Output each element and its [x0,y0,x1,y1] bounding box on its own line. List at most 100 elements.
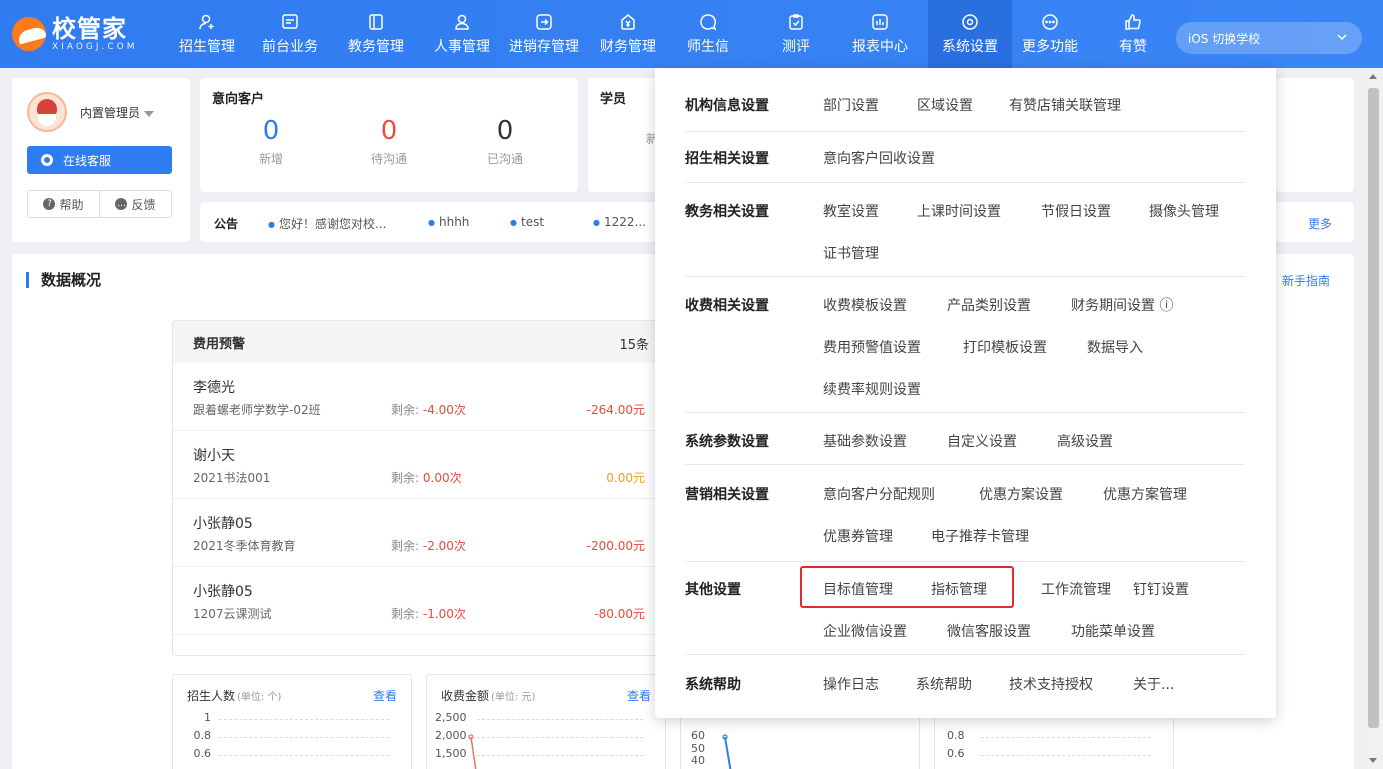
help-button[interactable]: ? 帮助 [28,191,99,217]
nav-label: 招生管理 [179,38,235,55]
page-scrollbar[interactable] [1364,68,1383,769]
table-row[interactable]: 小张静05 1207云课测试 剩余: -1.00次 -80.00元 [173,567,657,635]
menu-item-fee-warning-value[interactable]: 费用预警值设置 [823,337,921,357]
user-menu[interactable]: 内置管理员 [80,104,155,121]
stat-new[interactable]: 0 新增 [216,116,326,167]
brand-subtitle: XIAOGJ.COM [52,41,138,52]
scroll-up-arrow-icon[interactable] [1369,74,1377,79]
fee-warning-panel: 费用预警 15条 李德光 跟着螺老师学数学-02班 剩余: -4.00次 -26… [172,320,658,656]
menu-item-holiday[interactable]: 节假日设置 [1041,201,1111,221]
nav-item-system-settings[interactable]: 系统设置 [928,0,1012,68]
stat-label: 已沟通 [486,152,523,166]
notice-item[interactable]: 您好！感谢您对校... [268,215,386,232]
menu-item-coupon-manage[interactable]: 优惠券管理 [823,526,893,546]
menu-item-data-import[interactable]: 数据导入 [1087,337,1143,357]
menu-item-custom-settings[interactable]: 自定义设置 [947,431,1017,451]
question-icon: ? [43,198,56,210]
menu-item-discount-setting[interactable]: 优惠方案设置 [979,484,1063,504]
right-top-card [1276,78,1354,192]
nav-item-more[interactable]: 更多功能 [1012,0,1088,68]
nav-item-front-desk[interactable]: 前台业务 [252,0,328,68]
menu-item-wechat-service[interactable]: 微信客服设置 [947,621,1031,641]
menu-item-operation-log[interactable]: 操作日志 [823,674,879,694]
menu-item-system-help[interactable]: 系统帮助 [916,674,972,694]
menu-item-about[interactable]: 关于... [1133,674,1174,694]
menu-item-function-menu[interactable]: 功能菜单设置 [1071,621,1155,641]
book-icon [367,13,385,31]
nav-item-reports[interactable]: 报表中心 [842,0,918,68]
menu-item-fee-template[interactable]: 收费模板设置 [823,295,907,315]
menu-item-renewal-rule[interactable]: 续费率规则设置 [823,379,921,399]
grid-line [981,737,1151,738]
menu-item-referral-card[interactable]: 电子推荐卡管理 [931,526,1029,546]
menu-item-workflow[interactable]: 工作流管理 [1041,579,1111,599]
menu-item-basic-params[interactable]: 基础参数设置 [823,431,907,451]
online-service-button[interactable]: 在线客服 [27,146,172,174]
menu-item-discount-manage[interactable]: 优惠方案管理 [1103,484,1187,504]
fee-warning-count[interactable]: 15条 [619,334,649,353]
notice-title: 公告 [214,217,239,231]
menu-item-classroom[interactable]: 教室设置 [823,201,879,221]
tick-label: 1,500 [435,747,467,760]
group-label: 教务相关设置 [685,204,769,220]
nav-item-teacher-student[interactable]: 师生信 [676,0,740,68]
menu-item-youzan-store[interactable]: 有赞店铺关联管理 [1009,95,1121,115]
menu-item-certificate[interactable]: 证书管理 [823,243,879,263]
settings-group-billing: 收费相关设置 收费模板设置 产品类别设置 财务期间设置 ⓘ 费用预警值设置 打印… [685,295,1245,413]
caret-down-icon [144,110,155,117]
notice-more-link[interactable]: 更多 [1308,215,1332,232]
tick-label: 0.8 [193,729,212,742]
beginner-guide-link[interactable]: 新手指南 [1282,272,1330,289]
student-name: 李德光 [193,380,235,396]
view-link[interactable]: 查看 [373,687,397,704]
menu-item-class-time[interactable]: 上课时间设置 [917,201,1001,221]
class-name: 2021冬季体育教育 [193,539,296,553]
nav-item-inventory[interactable]: 进销存管理 [500,0,588,68]
nav-label: 人事管理 [434,38,490,55]
stat-pending[interactable]: 0 待沟通 [334,116,444,167]
scroll-thumb[interactable] [1368,88,1379,728]
menu-item-tech-support[interactable]: 技术支持授权 [1009,674,1093,694]
amount: 0.00元 [606,471,645,485]
brand-logo[interactable]: 校管家 XIAOGJ.COM [12,12,162,56]
nav-label: 财务管理 [600,38,656,55]
menu-item-advanced-settings[interactable]: 高级设置 [1057,431,1113,451]
view-link[interactable]: 查看 [627,687,651,704]
nav-item-evaluation[interactable]: 测评 [766,0,826,68]
nav-item-finance[interactable]: 财务管理 [590,0,666,68]
nav-item-hr[interactable]: 人事管理 [424,0,500,68]
menu-item-lead-recycle[interactable]: 意向客户回收设置 [823,148,935,168]
notice-item[interactable]: hhhh [428,215,469,229]
table-row[interactable]: 谢小天 2021书法001 剩余: 0.00次 0.00元 [173,431,657,499]
stat-contacted[interactable]: 0 已沟通 [450,116,560,167]
switch-school-label: iOS 切换学校 [1188,31,1261,46]
intent-customer-title: 意向客户 [212,92,265,107]
menu-item-wecom[interactable]: 企业微信设置 [823,621,907,641]
menu-item-finance-period[interactable]: 财务期间设置 ⓘ [1071,295,1173,315]
notice-item[interactable]: 1222... [593,215,646,229]
nav-label: 测评 [782,38,810,55]
menu-item-product-category[interactable]: 产品类别设置 [947,295,1031,315]
table-row[interactable]: 小张静05 2021冬季体育教育 剩余: -2.00次 -200.00元 [173,499,657,567]
nav-item-academic[interactable]: 教务管理 [338,0,414,68]
notice-item[interactable]: test [510,215,544,229]
table-row[interactable]: 李德光 跟着螺老师学数学-02班 剩余: -4.00次 -264.00元 [173,363,657,431]
menu-item-lead-assign-rule[interactable]: 意向客户分配规则 [823,484,935,504]
menu-item-camera[interactable]: 摄像头管理 [1149,201,1219,221]
avatar[interactable] [27,92,67,132]
help-label: 帮助 [59,197,84,212]
menu-item-department[interactable]: 部门设置 [823,95,879,115]
yuan-icon [619,13,637,31]
menu-item-print-template[interactable]: 打印模板设置 [963,337,1047,357]
chart-3-line [722,734,732,769]
nav-item-youzan[interactable]: 有赞 [1104,0,1162,68]
nav-item-enrollment[interactable]: 招生管理 [172,0,242,68]
nav-label: 进销存管理 [509,38,579,55]
grid-line [219,719,389,720]
amount: -264.00元 [586,403,645,417]
feedback-button[interactable]: … 反馈 [99,191,171,217]
switch-school-select[interactable]: iOS 切换学校 [1176,22,1362,54]
menu-item-region[interactable]: 区域设置 [917,95,973,115]
scroll-down-arrow-icon[interactable] [1369,758,1377,763]
menu-item-dingtalk[interactable]: 钉钉设置 [1133,579,1189,599]
